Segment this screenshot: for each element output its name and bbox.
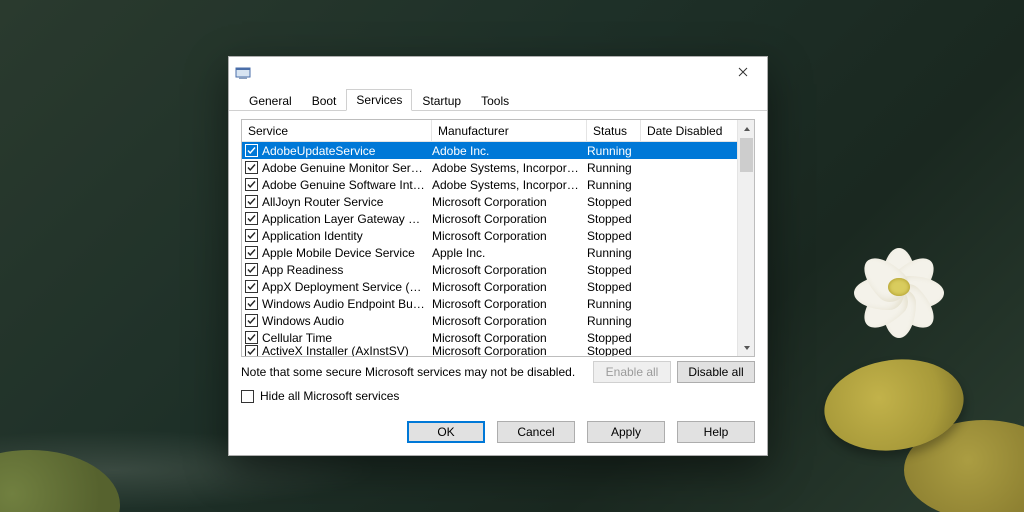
service-row[interactable]: AllJoyn Router ServiceMicrosoft Corporat… — [242, 193, 737, 210]
service-manufacturer: Microsoft Corporation — [432, 229, 587, 243]
close-button[interactable] — [721, 58, 765, 86]
service-row[interactable]: Apple Mobile Device ServiceApple Inc.Run… — [242, 244, 737, 261]
service-name: Application Identity — [262, 229, 432, 243]
disable-note: Note that some secure Microsoft services… — [241, 365, 587, 379]
service-name: Application Layer Gateway Service — [262, 212, 432, 226]
service-manufacturer: Microsoft Corporation — [432, 331, 587, 345]
service-manufacturer: Microsoft Corporation — [432, 280, 587, 294]
help-button[interactable]: Help — [677, 421, 755, 443]
enable-all-button[interactable]: Enable all — [593, 361, 671, 383]
service-status: Stopped — [587, 263, 641, 277]
service-row[interactable]: App ReadinessMicrosoft CorporationStoppe… — [242, 261, 737, 278]
service-status: Stopped — [587, 195, 641, 209]
service-row[interactable]: ActiveX Installer (AxInstSV)Microsoft Co… — [242, 346, 737, 356]
service-status: Running — [587, 246, 641, 260]
service-name: AppX Deployment Service (App... — [262, 280, 432, 294]
service-checkbox[interactable] — [245, 331, 258, 344]
service-checkbox[interactable] — [245, 314, 258, 327]
service-manufacturer: Microsoft Corporation — [432, 212, 587, 226]
service-row[interactable]: Adobe Genuine Monitor ServiceAdobe Syste… — [242, 159, 737, 176]
service-manufacturer: Microsoft Corporation — [432, 263, 587, 277]
service-checkbox[interactable] — [245, 195, 258, 208]
msconfig-dialog: GeneralBootServicesStartupTools Service … — [228, 56, 768, 456]
ok-button[interactable]: OK — [407, 421, 485, 443]
service-checkbox[interactable] — [245, 144, 258, 157]
titlebar — [229, 57, 767, 87]
tab-tools[interactable]: Tools — [471, 90, 519, 111]
service-status: Stopped — [587, 280, 641, 294]
col-manufacturer[interactable]: Manufacturer — [432, 120, 587, 141]
service-row[interactable]: Adobe Genuine Software Integri...Adobe S… — [242, 176, 737, 193]
service-status: Running — [587, 178, 641, 192]
service-name: Apple Mobile Device Service — [262, 246, 432, 260]
services-list: Service Manufacturer Status Date Disable… — [241, 119, 755, 357]
col-status[interactable]: Status — [587, 120, 641, 141]
msconfig-icon — [235, 64, 251, 80]
service-manufacturer: Microsoft Corporation — [432, 344, 587, 356]
service-row[interactable]: Application IdentityMicrosoft Corporatio… — [242, 227, 737, 244]
service-checkbox[interactable] — [245, 161, 258, 174]
service-name: ActiveX Installer (AxInstSV) — [262, 344, 432, 356]
service-checkbox[interactable] — [245, 212, 258, 225]
cancel-button[interactable]: Cancel — [497, 421, 575, 443]
service-status: Stopped — [587, 344, 641, 356]
col-date-disabled[interactable]: Date Disabled — [641, 120, 737, 141]
hide-ms-checkbox[interactable] — [241, 390, 254, 403]
scroll-down-icon[interactable] — [738, 339, 755, 356]
service-status: Running — [587, 144, 641, 158]
service-status: Running — [587, 161, 641, 175]
service-manufacturer: Microsoft Corporation — [432, 314, 587, 328]
service-status: Stopped — [587, 331, 641, 345]
service-checkbox[interactable] — [245, 178, 258, 191]
disable-all-button[interactable]: Disable all — [677, 361, 755, 383]
service-name: Windows Audio Endpoint Builder — [262, 297, 432, 311]
service-row[interactable]: Application Layer Gateway ServiceMicroso… — [242, 210, 737, 227]
service-name: Windows Audio — [262, 314, 432, 328]
service-checkbox[interactable] — [245, 297, 258, 310]
service-manufacturer: Adobe Systems, Incorpora... — [432, 161, 587, 175]
service-name: AdobeUpdateService — [262, 144, 432, 158]
service-name: App Readiness — [262, 263, 432, 277]
service-row[interactable]: Windows AudioMicrosoft CorporationRunnin… — [242, 312, 737, 329]
service-status: Stopped — [587, 212, 641, 226]
apply-button[interactable]: Apply — [587, 421, 665, 443]
column-headers[interactable]: Service Manufacturer Status Date Disable… — [242, 120, 737, 142]
hide-ms-label[interactable]: Hide all Microsoft services — [260, 389, 399, 403]
service-checkbox[interactable] — [245, 246, 258, 259]
scroll-thumb[interactable] — [740, 138, 753, 172]
service-row[interactable]: AdobeUpdateServiceAdobe Inc.Running — [242, 142, 737, 159]
service-checkbox[interactable] — [245, 229, 258, 242]
service-name: Adobe Genuine Software Integri... — [262, 178, 432, 192]
service-checkbox[interactable] — [245, 263, 258, 276]
service-name: Cellular Time — [262, 331, 432, 345]
tab-startup[interactable]: Startup — [412, 90, 471, 111]
service-status: Running — [587, 297, 641, 311]
col-service[interactable]: Service — [242, 120, 432, 141]
service-status: Stopped — [587, 229, 641, 243]
tab-strip: GeneralBootServicesStartupTools — [229, 87, 767, 111]
vertical-scrollbar[interactable] — [737, 120, 754, 356]
service-name: Adobe Genuine Monitor Service — [262, 161, 432, 175]
service-status: Running — [587, 314, 641, 328]
service-row[interactable]: AppX Deployment Service (App...Microsoft… — [242, 278, 737, 295]
scroll-up-icon[interactable] — [738, 120, 755, 137]
service-manufacturer: Apple Inc. — [432, 246, 587, 260]
service-manufacturer: Adobe Systems, Incorpora... — [432, 178, 587, 192]
tab-boot[interactable]: Boot — [302, 90, 347, 111]
service-manufacturer: Microsoft Corporation — [432, 297, 587, 311]
service-checkbox[interactable] — [245, 280, 258, 293]
service-name: AllJoyn Router Service — [262, 195, 432, 209]
service-row[interactable]: Windows Audio Endpoint BuilderMicrosoft … — [242, 295, 737, 312]
service-manufacturer: Adobe Inc. — [432, 144, 587, 158]
service-checkbox[interactable] — [245, 345, 258, 357]
tab-general[interactable]: General — [239, 90, 302, 111]
tab-services[interactable]: Services — [346, 89, 412, 111]
service-manufacturer: Microsoft Corporation — [432, 195, 587, 209]
